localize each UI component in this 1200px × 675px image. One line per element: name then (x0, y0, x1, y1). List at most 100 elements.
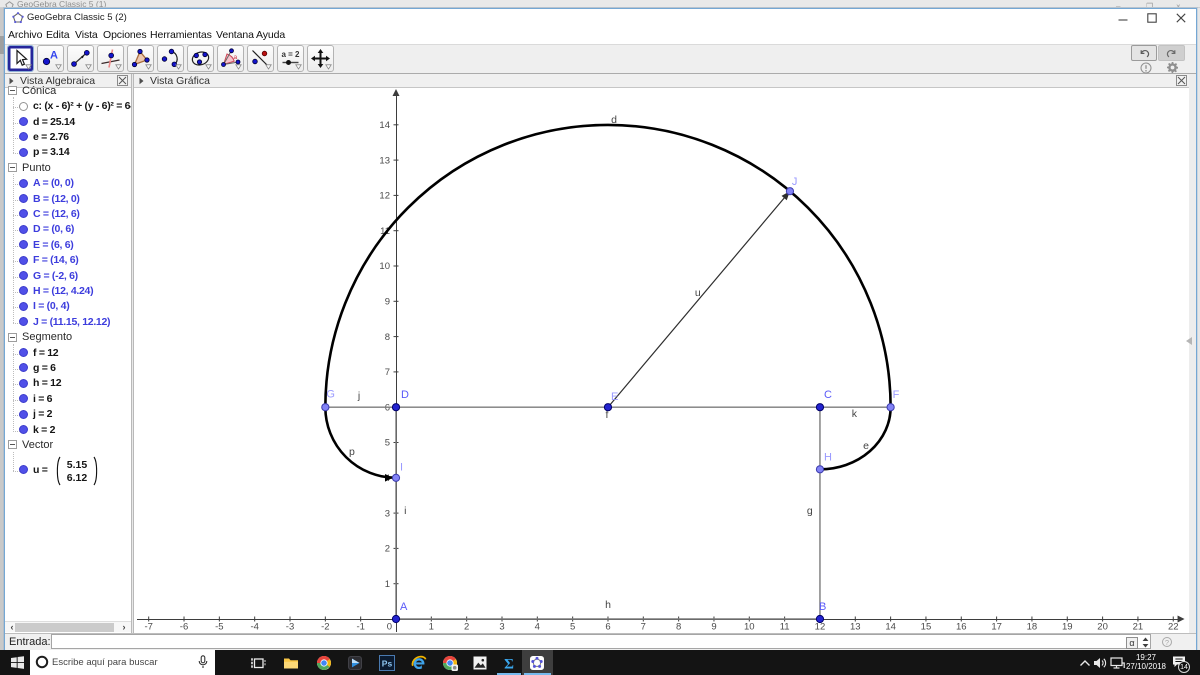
algebra-item-C[interactable]: C = (12, 6) (33, 208, 80, 220)
algebra-item-e[interactable]: e = 2.76 (33, 131, 69, 143)
algebra-item-p[interactable]: p = 3.14 (33, 146, 70, 158)
arc-d[interactable] (324, 123, 892, 408)
visibility-bullet-f[interactable] (19, 348, 28, 357)
microphone-icon[interactable] (198, 655, 208, 669)
visibility-bullet-g[interactable] (19, 363, 28, 373)
taskbar-app-movies-tv[interactable] (340, 650, 371, 675)
taskbar-app-chrome-profile[interactable] (434, 650, 465, 675)
tool-point-button[interactable]: A (37, 45, 64, 72)
visibility-bullet-h[interactable] (19, 378, 28, 388)
visibility-bullet-e[interactable] (19, 132, 28, 142)
taskbar-app-sigma[interactable]: Σ (494, 650, 525, 675)
input-history-spinner[interactable] (1142, 637, 1149, 648)
menu-archivo[interactable]: Archivo (8, 29, 42, 41)
undo-button[interactable] (1131, 45, 1157, 61)
visibility-bullet-u[interactable] (19, 465, 28, 475)
algebra-item-g[interactable]: g = 6 (33, 362, 56, 374)
graphics-close-icon[interactable] (1176, 75, 1187, 86)
visibility-bullet-J[interactable] (19, 317, 28, 327)
tree-group-segmento[interactable]: Segmento (22, 331, 72, 343)
visibility-bullet-i[interactable] (19, 394, 28, 404)
minimize-button[interactable] (1112, 10, 1134, 25)
visibility-bullet-B[interactable] (19, 194, 28, 203)
point-D[interactable] (391, 403, 401, 412)
algebra-item-F[interactable]: F = (14, 6) (33, 254, 79, 266)
visibility-bullet-p[interactable] (19, 147, 28, 157)
tool-polygon-button[interactable] (127, 45, 154, 72)
point-H[interactable] (815, 465, 825, 474)
tool-circle-button[interactable] (157, 45, 184, 72)
algebra-item-j[interactable]: j = 2 (33, 408, 53, 420)
graphics-view-header[interactable]: Vista Gráfica (134, 74, 1189, 88)
graphics-header-arrow-icon[interactable] (139, 77, 144, 85)
algebra-item-D[interactable]: D = (0, 6) (33, 223, 74, 235)
tool-ellipse-button[interactable] (187, 45, 214, 72)
visibility-bullet-c[interactable] (19, 101, 28, 111)
input-field[interactable] (51, 634, 1151, 649)
taskbar-app-file-explorer[interactable] (276, 650, 307, 675)
tool-move-button[interactable] (7, 45, 34, 72)
algebra-horizontal-scrollbar[interactable]: ‹ › (5, 621, 131, 632)
visibility-bullet-k[interactable] (19, 425, 28, 434)
algebra-item-H[interactable]: H = (12, 4.24) (33, 285, 94, 297)
taskbar-app-task-view[interactable] (243, 650, 274, 675)
algebra-item-h[interactable]: h = 12 (33, 377, 62, 389)
scrollbar-right-arrow[interactable]: › (119, 622, 129, 632)
menu-opciones[interactable]: Opciones (103, 29, 147, 41)
greek-alpha-button[interactable]: α (1126, 636, 1138, 649)
tree-collapse-box-vector[interactable] (8, 440, 17, 450)
algebra-item-G[interactable]: G = (-2, 6) (33, 270, 78, 282)
vector-matrix-u[interactable]: 5.15 6.12 (54, 456, 100, 486)
point-J[interactable] (785, 187, 795, 196)
tree-group-punto[interactable]: Punto (22, 162, 51, 174)
tray-chevron-up-icon[interactable] (1079, 650, 1091, 675)
tool-reflect-button[interactable] (247, 45, 274, 72)
algebra-item-I[interactable]: I = (0, 4) (33, 300, 70, 312)
input-help-icon[interactable]: ? (1162, 637, 1172, 647)
point-B[interactable] (815, 614, 825, 624)
scrollbar-thumb[interactable] (15, 623, 114, 632)
tree-collapse-box-punto[interactable] (8, 163, 17, 173)
tool-angle-button[interactable]: a (217, 45, 244, 72)
visibility-bullet-G[interactable] (19, 271, 28, 280)
menu-edita[interactable]: Edita (46, 29, 70, 41)
point-I[interactable] (391, 473, 401, 482)
tool-perpendicular-button[interactable] (97, 45, 124, 72)
start-button[interactable] (6, 650, 28, 674)
visibility-bullet-D[interactable] (19, 224, 28, 234)
taskbar-app-photos[interactable] (465, 650, 496, 675)
visibility-bullet-A[interactable] (19, 178, 28, 188)
taskbar-app-internet-explorer[interactable] (403, 650, 434, 675)
menu-ayuda[interactable]: Ayuda (256, 29, 285, 41)
visibility-bullet-E[interactable] (19, 240, 28, 250)
algebra-item-E[interactable]: E = (6, 6) (33, 239, 74, 251)
tool-slider-button[interactable]: a = 2 (277, 45, 304, 72)
algebra-item-J[interactable]: J = (11.15, 12.12) (33, 316, 111, 328)
toolbar-help-icon[interactable] (1140, 62, 1152, 74)
graphics-canvas[interactable]: -7 -6 -5 -4 -3 -2 -1 0 1 2 3 4 5 6 7 8 9 10 11 12 13 14 15 16 17… (134, 88, 1189, 633)
taskbar-app-geogebra[interactable] (521, 650, 553, 675)
algebra-item-c[interactable]: c: (x - 6)² + (y - 6)² = 64 (33, 100, 131, 112)
toolbar-settings-gear-icon[interactable] (1166, 61, 1179, 74)
algebra-item-B[interactable]: B = (12, 0) (33, 193, 80, 205)
maximize-button[interactable] (1141, 10, 1163, 25)
visibility-bullet-F[interactable] (19, 255, 28, 265)
algebra-item-A[interactable]: A = (0, 0) (33, 177, 74, 189)
point-F[interactable] (886, 403, 895, 412)
redo-button[interactable] (1158, 45, 1185, 61)
algebra-item-d[interactable]: d = 25.14 (33, 116, 75, 128)
vector-u[interactable] (607, 193, 789, 408)
taskbar-clock[interactable]: 19:27 27/10/2018 (1123, 653, 1169, 672)
algebra-item-u[interactable]: u = (33, 464, 48, 476)
tree-group-cónica[interactable]: Cónica (22, 85, 56, 97)
taskbar-search-box[interactable]: Escribe aquí para buscar (30, 650, 215, 675)
visibility-bullet-j[interactable] (19, 409, 28, 419)
visibility-bullet-d[interactable] (19, 117, 28, 126)
taskbar-app-chrome[interactable] (308, 650, 339, 675)
point-C[interactable] (815, 403, 825, 412)
close-button[interactable] (1170, 10, 1192, 25)
tool-line-button[interactable] (67, 45, 94, 72)
algebra-item-i[interactable]: i = 6 (33, 393, 53, 405)
tool-move-view-button[interactable] (307, 45, 334, 72)
tree-collapse-box-segmento[interactable] (8, 332, 17, 342)
